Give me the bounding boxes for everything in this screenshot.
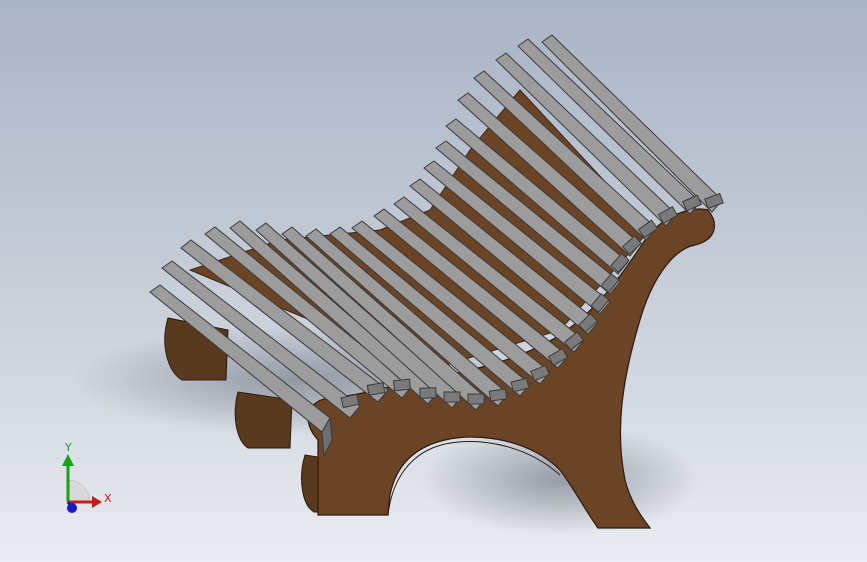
z-axis-head-icon bbox=[67, 503, 77, 513]
graphics-viewport[interactable]: Y X bbox=[0, 0, 867, 562]
y-axis-arrow-icon bbox=[62, 454, 74, 466]
x-axis-arrow-icon bbox=[92, 496, 102, 508]
bench-model[interactable] bbox=[0, 0, 867, 562]
y-axis-label: Y bbox=[64, 441, 72, 454]
triad-sphere-shade bbox=[67, 479, 91, 503]
view-orientation-triad[interactable]: Y X bbox=[48, 440, 118, 520]
x-axis-label: X bbox=[104, 492, 112, 505]
